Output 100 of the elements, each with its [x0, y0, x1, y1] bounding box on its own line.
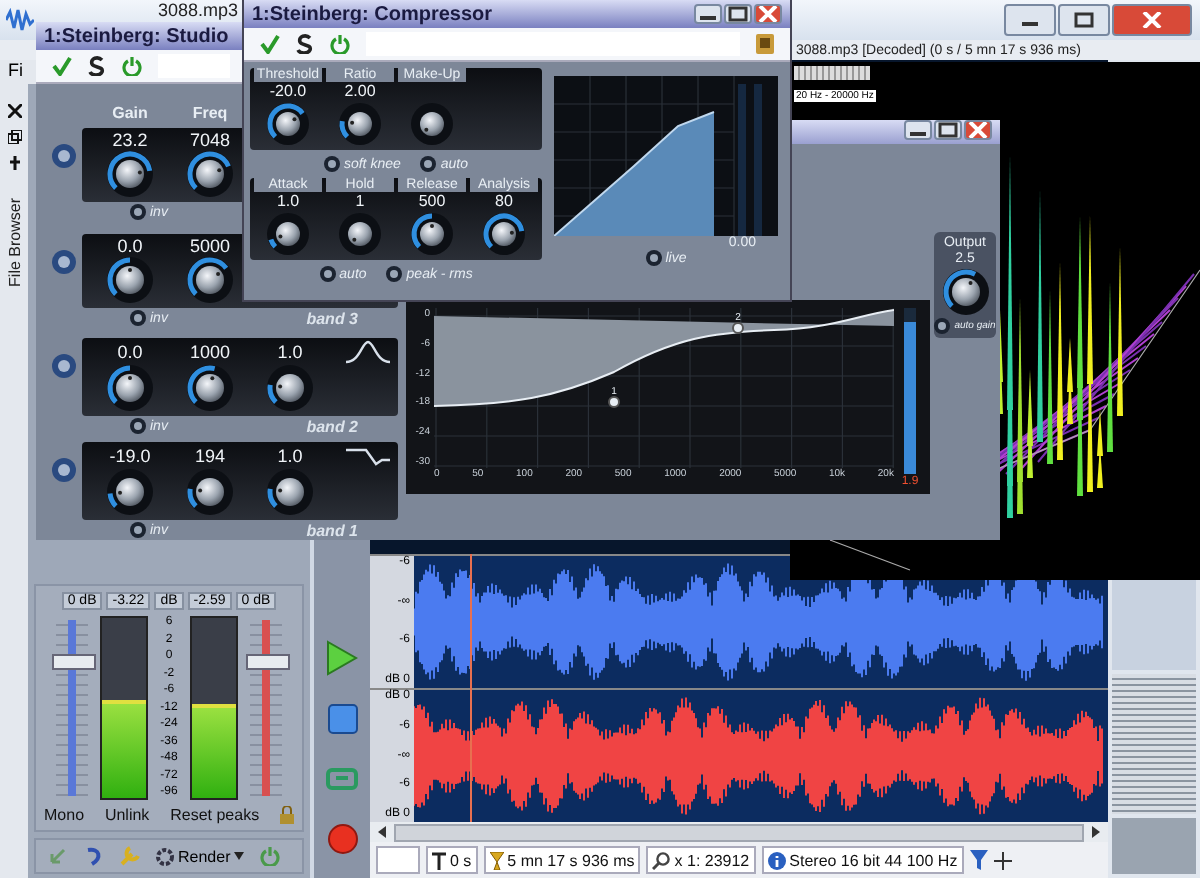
knob[interactable]: [186, 467, 234, 516]
maximize-button[interactable]: [1058, 4, 1110, 36]
status-text: x 1: 23912: [674, 851, 750, 869]
fader-thumb[interactable]: [245, 654, 290, 670]
knob[interactable]: [338, 102, 382, 146]
toggle-icon: [323, 156, 340, 172]
knob[interactable]: [106, 363, 154, 412]
bell-curve-icon[interactable]: [346, 339, 390, 364]
close-icon: [758, 6, 778, 22]
knob[interactable]: [186, 150, 234, 199]
file-browser-tab[interactable]: File Browser: [5, 198, 23, 287]
windows-icon[interactable]: [7, 130, 21, 144]
fader-thumb[interactable]: [52, 654, 96, 670]
info-icon: [767, 851, 786, 869]
minimize-button[interactable]: [694, 4, 722, 24]
close-icon: [1142, 12, 1162, 28]
pin-icon[interactable]: [7, 156, 21, 170]
knob-value: 1.0: [275, 341, 305, 362]
lock-icon[interactable]: [279, 806, 294, 824]
scroll-thumb[interactable]: [394, 823, 1084, 841]
band-label: band 1: [306, 521, 358, 540]
power-icon[interactable]: [122, 56, 142, 76]
knob-value: 500: [418, 192, 446, 212]
maximize-button[interactable]: [934, 120, 962, 140]
power-icon[interactable]: [330, 34, 350, 54]
knob[interactable]: [186, 255, 234, 304]
maximize-icon: [938, 122, 958, 138]
status-field: [376, 846, 420, 874]
knob[interactable]: [266, 102, 310, 146]
close-button[interactable]: [964, 120, 992, 140]
toggle-icon: [386, 266, 403, 282]
checkmark-icon[interactable]: [260, 34, 280, 54]
toggle-icon: [319, 266, 336, 282]
knob[interactable]: [410, 102, 454, 146]
knob[interactable]: [410, 212, 454, 256]
knob[interactable]: [338, 212, 382, 256]
knob-value: -20.0: [269, 82, 307, 102]
text-cursor-icon: [432, 851, 446, 869]
knob-value: 0.0: [115, 341, 145, 362]
close-icon[interactable]: [7, 104, 21, 118]
maximize-icon: [1074, 12, 1094, 28]
loop-icon: [326, 767, 358, 789]
band-toggle[interactable]: [52, 457, 76, 482]
scroll-left-icon[interactable]: [378, 826, 386, 838]
knob-value: 23.2: [110, 130, 150, 151]
knob[interactable]: [106, 150, 154, 199]
band-toggle[interactable]: [52, 249, 76, 274]
checkmark-icon[interactable]: [52, 56, 72, 76]
funnel-icon[interactable]: [969, 850, 988, 870]
band-label: band 2: [306, 417, 358, 436]
waveform-icon: [6, 8, 34, 32]
render-button[interactable]: Render: [156, 847, 245, 865]
s-letter-icon[interactable]: [88, 56, 106, 76]
frequency-ruler: [794, 66, 870, 80]
close-button[interactable]: [754, 4, 782, 24]
knob-value: 194: [192, 445, 228, 466]
status-text: Stereo 16 bit 44 100 Hz: [789, 851, 958, 869]
column-header: Freq: [190, 104, 230, 123]
close-icon: [968, 122, 988, 138]
band-toggle[interactable]: [52, 144, 76, 169]
hook-icon[interactable]: [84, 846, 104, 866]
panel-header: Fi: [8, 60, 23, 80]
band-label: band 3: [306, 309, 358, 328]
mixer-button[interactable]: Mono: [44, 806, 85, 824]
knob[interactable]: [106, 467, 154, 516]
cut-curve-icon[interactable]: [346, 443, 390, 468]
caret-icon: [234, 852, 245, 860]
window-title: 3088.mp3: [158, 0, 239, 20]
toggle-icon: [130, 418, 146, 435]
minimize-button[interactable]: [904, 120, 932, 140]
mixer-button[interactable]: Reset peaks: [170, 806, 260, 824]
mixer-button[interactable]: Unlink: [104, 806, 150, 824]
scroll-thumb[interactable]: [1112, 674, 1196, 814]
s-letter-icon[interactable]: [296, 34, 314, 54]
knob[interactable]: [106, 255, 154, 304]
knob[interactable]: [266, 467, 314, 516]
band-toggle[interactable]: [52, 353, 76, 378]
maximize-button[interactable]: [724, 4, 752, 24]
move-icon[interactable]: [993, 851, 1012, 869]
knob-value: 80: [495, 192, 513, 212]
window-title: 1:Steinberg: Studio: [44, 25, 229, 47]
gear-icon: [156, 847, 174, 865]
record-icon: [327, 823, 357, 853]
knob[interactable]: [266, 212, 310, 256]
hourglass-icon: [489, 851, 504, 869]
stop-icon: [327, 703, 357, 733]
close-button[interactable]: [1112, 4, 1192, 36]
knob[interactable]: [941, 268, 989, 316]
knob[interactable]: [266, 363, 314, 412]
status-text: 5 mn 17 s 936 ms: [507, 851, 635, 869]
knob[interactable]: [482, 212, 526, 256]
knob[interactable]: [186, 363, 234, 412]
toggle-icon: [645, 250, 662, 266]
knob-value: -19.0: [107, 445, 153, 466]
plugin-icon[interactable]: [756, 34, 774, 54]
knob-value: 0.0: [115, 235, 145, 256]
scroll-right-icon[interactable]: [1092, 826, 1100, 838]
knob-value: 5000: [187, 235, 233, 256]
minimize-button[interactable]: [1004, 4, 1056, 36]
play-icon: [326, 640, 358, 676]
